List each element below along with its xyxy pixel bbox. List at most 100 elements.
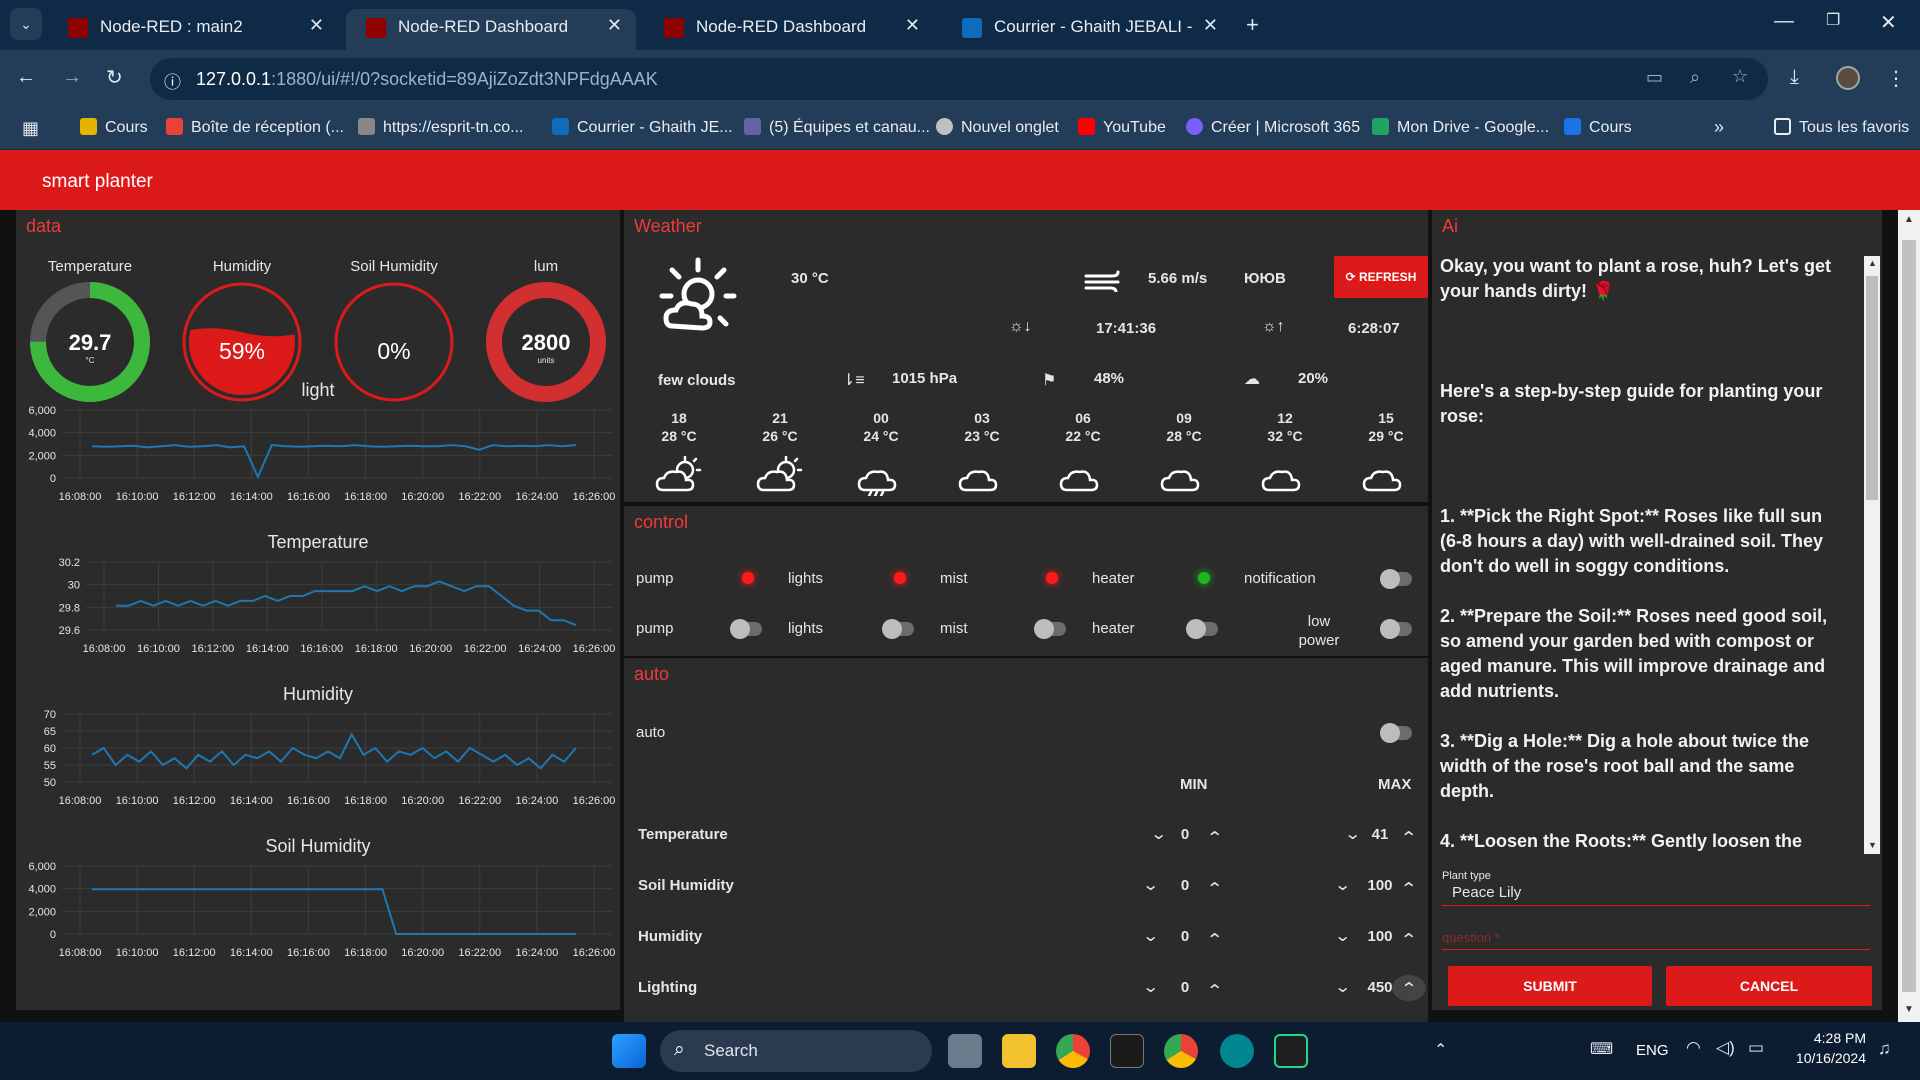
notification-bell-icon[interactable]: ♫ — [1878, 1039, 1891, 1059]
url-field[interactable]: ⓘ 127.0.0.1:1880/ui/#!/0?socketid=89AjiZ… — [150, 58, 1768, 100]
page-scroll-down-icon[interactable]: ▼ — [1904, 1004, 1914, 1015]
toggle-switch[interactable] — [1186, 619, 1218, 639]
cancel-button[interactable]: CANCEL — [1666, 966, 1872, 1006]
scroll-up-icon[interactable]: ▲ — [1868, 258, 1877, 268]
tab-node-red-main2[interactable]: Node-RED : main2 ✕ — [48, 9, 338, 50]
max-increase-icon[interactable]: ⌃ — [1400, 879, 1417, 899]
chrome-profile-icon[interactable] — [1164, 1034, 1198, 1068]
back-icon[interactable]: ← — [16, 66, 36, 89]
bookmark-youtube[interactable]: YouTube — [1078, 118, 1166, 137]
tab-dashboard-active[interactable]: Node-RED Dashboard ✕ — [346, 9, 636, 50]
forward-icon[interactable]: → — [62, 66, 82, 89]
question-input[interactable]: question * — [1442, 926, 1870, 950]
refresh-button[interactable]: ⟳ REFRESH — [1334, 256, 1428, 298]
max-value[interactable]: 41 — [1360, 826, 1400, 843]
scrollbar-thumb[interactable] — [1866, 276, 1878, 500]
site-info-icon[interactable]: ⓘ — [164, 68, 181, 93]
profile-avatar[interactable] — [1836, 66, 1860, 90]
max-increase-icon[interactable]: ⌃ — [1392, 975, 1426, 1001]
bookmark-google-drive[interactable]: Mon Drive - Google... — [1372, 118, 1549, 137]
all-favorites-folder[interactable]: Tous les favoris — [1774, 118, 1909, 137]
bookmark-courrier[interactable]: Courrier - Ghaith JE... — [552, 118, 733, 137]
tab-list-chevron-icon[interactable]: ⌄ — [10, 8, 42, 40]
tray-chevron-icon[interactable]: ⌃ — [1434, 1040, 1447, 1060]
close-tab-icon[interactable]: ✕ — [905, 15, 920, 36]
max-value[interactable]: 100 — [1360, 877, 1400, 894]
max-decrease-icon[interactable]: ⌄ — [1344, 824, 1361, 844]
more-bookmarks-icon[interactable]: » — [1714, 117, 1724, 138]
task-view-icon[interactable] — [948, 1034, 982, 1068]
max-decrease-icon[interactable]: ⌄ — [1334, 875, 1351, 895]
wifi-icon[interactable]: ◠ — [1686, 1038, 1701, 1058]
y-tick-label: 29.8 — [59, 602, 80, 614]
windows-start-icon[interactable] — [612, 1034, 646, 1068]
min-value[interactable]: 0 — [1170, 979, 1200, 996]
page-scroll-up-icon[interactable]: ▲ — [1904, 214, 1914, 225]
chrome-icon[interactable] — [1056, 1034, 1090, 1068]
ai-scrollbar[interactable]: ▲ ▼ — [1864, 256, 1880, 854]
clock-date[interactable]: 10/16/2024 — [1766, 1050, 1866, 1066]
minimize-icon[interactable]: — — [1774, 10, 1794, 33]
page-scrollbar-thumb[interactable] — [1902, 240, 1916, 992]
tab-outlook[interactable]: Courrier - Ghaith JEBALI - Outlo ✕ — [942, 9, 1232, 50]
min-increase-icon[interactable]: ⌃ — [1206, 981, 1223, 1001]
bookmark-cours-2[interactable]: Cours — [1564, 118, 1632, 137]
min-decrease-icon[interactable]: ⌄ — [1142, 926, 1159, 946]
close-window-icon[interactable]: ✕ — [1880, 10, 1897, 35]
bookmark-microsoft365[interactable]: Créer | Microsoft 365 — [1186, 118, 1360, 137]
new-tab-icon[interactable]: + — [1246, 12, 1259, 38]
menu-kebab-icon[interactable]: ⋮ — [1886, 66, 1906, 91]
page-scrollbar[interactable]: ▲ ▼ — [1898, 210, 1920, 1022]
keyboard-icon[interactable]: ⌨ — [1590, 1039, 1613, 1059]
submit-button[interactable]: SUBMIT — [1448, 966, 1652, 1006]
volume-icon[interactable]: ◁) — [1716, 1038, 1735, 1058]
close-tab-icon[interactable]: ✕ — [309, 15, 324, 36]
install-app-icon[interactable]: ▭ — [1646, 67, 1663, 88]
bookmark-new-tab[interactable]: Nouvel onglet — [936, 118, 1059, 137]
notification-toggle[interactable] — [1380, 569, 1412, 589]
max-value[interactable]: 100 — [1360, 928, 1400, 945]
reload-icon[interactable]: ↻ — [106, 65, 123, 90]
toggle-switch[interactable] — [1380, 619, 1412, 639]
min-decrease-icon[interactable]: ⌄ — [1142, 977, 1159, 997]
bookmark-teams[interactable]: (5) Équipes et canau... — [744, 118, 930, 137]
close-tab-icon[interactable]: ✕ — [1203, 15, 1218, 36]
taskbar-search-box[interactable]: ⌕ Search — [660, 1030, 932, 1072]
toggle-switch[interactable] — [730, 619, 762, 639]
battery-icon[interactable]: ▭ — [1748, 1038, 1764, 1058]
min-increase-icon[interactable]: ⌃ — [1206, 828, 1223, 848]
arduino-icon[interactable] — [1220, 1034, 1254, 1068]
bookmark-esprit[interactable]: https://esprit-tn.co... — [358, 118, 524, 137]
max-increase-icon[interactable]: ⌃ — [1400, 828, 1417, 848]
min-value[interactable]: 0 — [1170, 928, 1200, 945]
zoom-icon[interactable]: ⌕ — [1690, 67, 1700, 88]
max-increase-icon[interactable]: ⌃ — [1400, 930, 1417, 950]
terminal-icon[interactable] — [1110, 1034, 1144, 1068]
pycharm-icon[interactable] — [1274, 1034, 1308, 1068]
min-value[interactable]: 0 — [1170, 877, 1200, 894]
plant-type-input[interactable]: Peace Lily — [1442, 882, 1870, 906]
file-explorer-icon[interactable] — [1002, 1034, 1036, 1068]
toggle-switch[interactable] — [1034, 619, 1066, 639]
auto-toggle[interactable] — [1380, 723, 1412, 743]
scroll-down-icon[interactable]: ▼ — [1868, 840, 1877, 850]
max-decrease-icon[interactable]: ⌄ — [1334, 977, 1351, 997]
clock-time[interactable]: 4:28 PM — [1786, 1030, 1866, 1046]
bookmark-cours[interactable]: Cours — [80, 118, 148, 137]
tab-dashboard[interactable]: Node-RED Dashboard ✕ — [644, 9, 934, 50]
min-decrease-icon[interactable]: ⌄ — [1142, 875, 1159, 895]
min-decrease-icon[interactable]: ⌄ — [1150, 824, 1167, 844]
min-increase-icon[interactable]: ⌃ — [1206, 879, 1223, 899]
language-indicator[interactable]: ENG — [1636, 1042, 1669, 1059]
bookmark-star-icon[interactable]: ☆ — [1732, 66, 1748, 87]
toggle-switch[interactable] — [882, 619, 914, 639]
restore-icon[interactable]: ❐ — [1826, 10, 1840, 30]
bookmark-gmail[interactable]: Boîte de réception (... — [166, 118, 344, 137]
forecast-hour: 12 — [1277, 410, 1293, 426]
max-decrease-icon[interactable]: ⌄ — [1334, 926, 1351, 946]
downloads-icon[interactable]: ⤓ — [1790, 66, 1799, 89]
close-tab-icon[interactable]: ✕ — [607, 15, 622, 36]
apps-grid-icon[interactable]: ▦ — [22, 118, 39, 139]
min-value[interactable]: 0 — [1170, 826, 1200, 843]
min-increase-icon[interactable]: ⌃ — [1206, 930, 1223, 950]
